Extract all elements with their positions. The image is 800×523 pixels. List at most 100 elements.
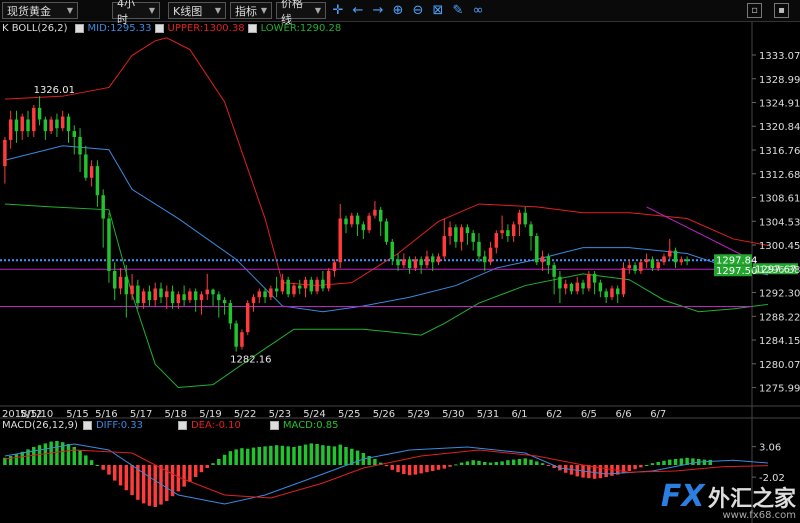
macd-bar	[101, 465, 105, 470]
macd-bar	[14, 454, 19, 465]
chevron-down-icon: ▼	[314, 6, 321, 15]
dea-checkbox[interactable]	[177, 420, 187, 430]
y-tick-label: 1288.22	[759, 312, 800, 323]
mid-checkbox[interactable]	[74, 23, 84, 33]
candles	[3, 96, 689, 352]
macd-bar	[3, 457, 7, 465]
x-axis-label: 6/7	[650, 409, 666, 420]
macd-bar	[32, 447, 36, 465]
macd-bar	[587, 465, 591, 479]
candle-body	[118, 276, 123, 289]
y-tick-label: 1300.45	[759, 241, 800, 252]
x-axis-label: 6/2	[546, 409, 562, 420]
macd-bar	[245, 448, 250, 465]
candle-body	[95, 166, 100, 196]
boll-lower-line	[4, 203, 769, 389]
macd-bar	[84, 455, 88, 465]
macd-bar	[552, 465, 556, 468]
candle-body	[257, 291, 262, 298]
candle-body	[188, 291, 192, 301]
candle-body	[575, 282, 579, 292]
candle-body	[419, 259, 423, 266]
candle-body	[309, 279, 314, 292]
macd-bar	[355, 450, 360, 465]
macd-bar	[165, 465, 169, 501]
macd-bar	[425, 465, 429, 473]
macd-bar	[303, 444, 308, 465]
macd-checkbox[interactable]	[269, 420, 279, 430]
macd-bar	[182, 465, 186, 487]
candle-body	[234, 323, 238, 347]
y-tick-label: 1324.91	[759, 99, 800, 110]
macd-bar	[604, 465, 608, 477]
restore-window-icon[interactable]: ▫	[747, 3, 762, 18]
candle-body	[32, 107, 36, 132]
candle-body	[344, 218, 348, 225]
lower-checkbox[interactable]	[247, 23, 257, 33]
candle-body	[639, 262, 643, 271]
candle-body	[89, 166, 94, 178]
price-line-dropdown[interactable]: 价格线 ▼	[276, 0, 326, 26]
macd-bar	[384, 465, 389, 467]
upper-checkbox[interactable]	[154, 23, 164, 33]
macd-bar	[350, 448, 354, 465]
arrow-left-icon[interactable]: ←	[350, 3, 366, 19]
macd-bar	[511, 459, 516, 465]
candle-body	[222, 300, 227, 304]
upper-legend: UPPER:1300.38	[167, 22, 245, 34]
macd-bar	[691, 458, 695, 465]
x-axis-label: 6/6	[616, 409, 632, 420]
candle-body	[465, 227, 470, 234]
candle-body	[84, 154, 88, 178]
macd-bar	[332, 446, 337, 465]
macd-bar	[176, 465, 181, 492]
zoom-out-icon[interactable]: ⊖	[410, 3, 426, 19]
candle-body	[523, 212, 527, 225]
candle-body	[367, 215, 371, 231]
x-axis-label: 5/31	[477, 409, 499, 420]
chart-area[interactable]: 1326.01 1282.16 1297.841297.671297.50 1333…	[0, 0, 800, 523]
candle-body	[627, 265, 632, 269]
arrow-right-icon[interactable]: →	[370, 3, 386, 19]
candle-body	[66, 116, 71, 132]
indicators-dropdown[interactable]: 指标 ▼	[230, 2, 272, 19]
candle-body	[303, 279, 308, 289]
macd-bar	[471, 460, 475, 465]
candle-body	[373, 209, 377, 216]
candle-body	[182, 294, 186, 301]
candle-body	[170, 291, 175, 304]
macd-bar	[136, 465, 140, 500]
settings-icon[interactable]: ▪	[774, 3, 789, 18]
watermark-name: 外汇之家	[707, 487, 796, 512]
diff-legend: DIFF:0.33	[95, 419, 143, 431]
zoom-in-icon[interactable]: ⊕	[390, 3, 406, 19]
candle-body	[592, 273, 597, 283]
macd-bar	[159, 465, 163, 505]
fit-icon[interactable]: ⊠	[430, 3, 446, 19]
y-tick-label: 1312.68	[759, 170, 800, 181]
macd-bar	[477, 460, 481, 465]
macd-bar	[523, 458, 527, 465]
candle-body	[136, 285, 140, 304]
chart-type-label: K线图	[173, 4, 203, 18]
candle-body	[448, 227, 452, 237]
pen-icon[interactable]: ✎	[450, 3, 466, 19]
candle-body	[407, 259, 412, 269]
price-tag-box	[714, 265, 752, 277]
link-icon[interactable]: ∞	[470, 3, 486, 19]
symbol-dropdown[interactable]: 现货黄金 ▼	[2, 2, 78, 19]
symbol-label: 现货黄金	[7, 4, 51, 18]
diff-checkbox[interactable]	[82, 420, 92, 430]
main-indicator-label: K BOLL(26,2)	[2, 22, 68, 34]
chart-type-dropdown[interactable]: K线图 ▼	[168, 2, 226, 19]
x-axis-label: 6/5	[581, 409, 597, 420]
macd-bar	[338, 444, 342, 465]
candle-body	[604, 291, 608, 298]
period-dropdown[interactable]: 4小时 ▼	[112, 0, 160, 26]
macd-bar	[326, 445, 331, 465]
candle-body	[321, 279, 325, 289]
candle-body	[361, 224, 366, 231]
candle-body	[60, 116, 65, 129]
crosshair-icon[interactable]: ✛	[330, 3, 346, 19]
macd-bar	[20, 451, 24, 465]
